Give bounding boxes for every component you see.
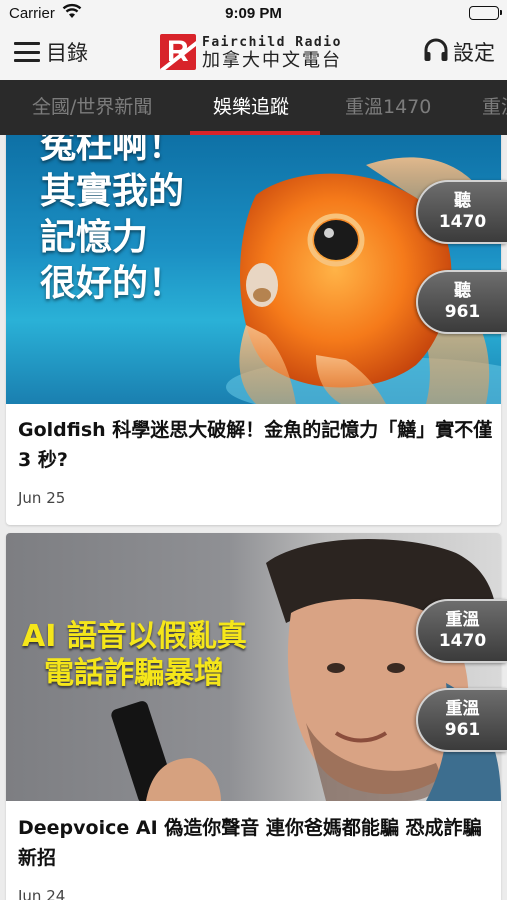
fairchild-radio-logo: R Fairchild Radio 加拿大中文電台 (160, 30, 342, 74)
article-date: Jun 25 (18, 489, 66, 507)
replay-961-button[interactable]: 重溫 961 (416, 688, 507, 752)
settings-label: 設定 (453, 41, 495, 65)
article-title[interactable]: Deepvoice AI 偽造你聲音 連你爸媽都能騙 恐成詐騙新招 (18, 813, 493, 873)
status-bar: Carrier 9:09 PM (0, 0, 507, 26)
replay-1470-button[interactable]: 重溫 1470 (416, 599, 507, 663)
article-feed[interactable]: 冤枉啊！ 其實我的 記憶力 很好的！ Goldfish 科學迷思大破解！金魚的記… (0, 135, 507, 900)
article-image: 冤枉啊！ 其實我的 記憶力 很好的！ (6, 135, 501, 404)
settings-button[interactable]: 設定 (423, 36, 495, 68)
logo-mark-icon: R (160, 34, 196, 70)
nav-bar: 目錄 R Fairchild Radio 加拿大中文電台 設定 (0, 26, 507, 80)
battery-icon (469, 6, 502, 20)
tab-entertainment[interactable]: 娛樂追蹤 (213, 80, 289, 135)
article-date: Jun 24 (18, 887, 66, 900)
logo-text-zh: 加拿大中文電台 (202, 49, 342, 71)
listen-1470-button[interactable]: 聽 1470 (416, 180, 507, 244)
category-tab-bar: 全國/世界新聞 娛樂追蹤 重溫1470 重溫 (0, 80, 507, 135)
tab-world-news[interactable]: 全國/世界新聞 (32, 80, 152, 135)
hamburger-icon (14, 42, 40, 62)
menu-label: 目錄 (46, 41, 88, 65)
clock: 9:09 PM (225, 5, 282, 22)
tab-replay-1470[interactable]: 重溫1470 (345, 80, 431, 135)
article-title[interactable]: Goldfish 科學迷思大破解！金魚的記憶力「鱔」實不僅 3 秒? (18, 415, 493, 475)
menu-button[interactable]: 目錄 (14, 36, 88, 68)
article-image: AI 語音以假亂真 電話詐騙暴增 (6, 533, 501, 801)
image-overlay-text: 冤枉啊！ 其實我的 記憶力 很好的！ (40, 135, 185, 304)
listen-961-button[interactable]: 聽 961 (416, 270, 507, 334)
headphones-icon (423, 37, 453, 67)
tab-replay[interactable]: 重溫 (482, 80, 507, 135)
logo-text-en: Fairchild Radio (202, 34, 342, 50)
image-overlay-text: AI 語音以假亂真 電話詐騙暴增 (22, 619, 247, 692)
